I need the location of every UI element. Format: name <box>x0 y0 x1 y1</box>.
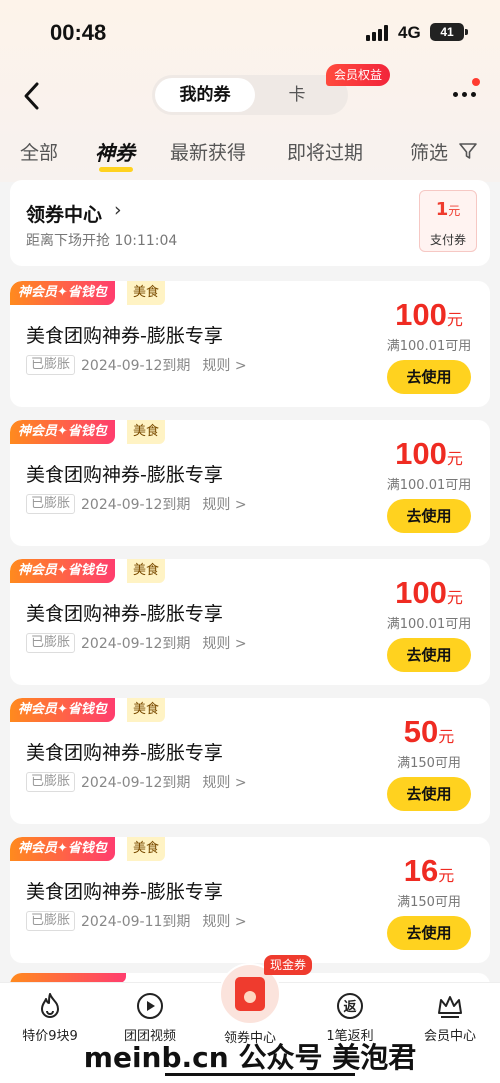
rule-link[interactable]: 规则 > <box>202 911 246 931</box>
coupon-threshold: 满100.01可用 <box>386 339 472 354</box>
coupon-title: 美食团购神券-膨胀专享 <box>26 464 223 486</box>
coupon-title: 美食团购神券-膨胀专享 <box>26 881 223 903</box>
vip-wallet-tag: 神会员✦省钱包 <box>10 698 115 722</box>
segment-my-coupons[interactable]: 我的券 <box>155 78 255 112</box>
coupon-meta: 已膨胀 2024-09-11到期 规则 > <box>26 911 247 931</box>
active-tab-indicator <box>99 167 133 172</box>
status-time: 00:48 <box>50 20 107 45</box>
coupon-threshold: 满100.01可用 <box>386 478 472 493</box>
filter-icon[interactable] <box>458 141 478 161</box>
coupon-card: 神会员✦省钱包 美食 美食团购神券-膨胀专享 已膨胀 2024-09-11到期 … <box>10 837 490 963</box>
battery-level: 41 <box>440 25 454 39</box>
use-coupon-button[interactable]: 去使用 <box>387 360 471 394</box>
segment-cards[interactable]: 卡 <box>272 75 322 115</box>
rebate-icon: 返 <box>337 993 363 1019</box>
category-tag: 美食 <box>127 281 166 305</box>
flame-icon <box>41 993 59 1018</box>
coupon-title: 美食团购神券-膨胀专享 <box>26 603 223 625</box>
payment-coupon-label: 支付券 <box>429 233 466 247</box>
vip-wallet-tag: 神会员✦省钱包 <box>10 281 115 305</box>
rule-link[interactable]: 规则 > <box>202 355 246 375</box>
coupon-meta: 已膨胀 2024-09-12到期 规则 > <box>26 355 247 375</box>
coupon-card: 神会员✦省钱包 美食 美食团购神券-膨胀专享 已膨胀 2024-09-12到期 … <box>10 281 490 407</box>
coupon-meta: 已膨胀 2024-09-12到期 规则 > <box>26 633 247 653</box>
rule-link[interactable]: 规则 > <box>202 772 246 792</box>
play-icon <box>137 993 163 1019</box>
coupon-amount: 100元 <box>395 297 463 332</box>
use-coupon-button[interactable]: 去使用 <box>387 638 471 672</box>
coupon-expiry: 2024-09-12到期 <box>81 358 191 374</box>
coupon-threshold: 满150可用 <box>397 756 461 771</box>
category-tag: 美食 <box>127 559 166 583</box>
member-benefits-badge[interactable]: 会员权益 <box>326 64 391 86</box>
coupon-threshold: 满100.01可用 <box>386 617 472 632</box>
coupon-meta: 已膨胀 2024-09-12到期 规则 > <box>26 494 247 514</box>
coupon-expiry: 2024-09-12到期 <box>81 775 191 791</box>
rule-link[interactable]: 规则 > <box>202 633 246 653</box>
coupon-card: 神会员✦省钱包 美食 美食团购神券-膨胀专享 已膨胀 2024-09-12到期 … <box>10 559 490 685</box>
use-coupon-button[interactable]: 去使用 <box>387 777 471 811</box>
cash-coupon-badge: 现金券 <box>264 955 313 975</box>
use-coupon-button[interactable]: 去使用 <box>387 916 471 950</box>
coupon-expiry: 2024-09-12到期 <box>81 497 191 513</box>
tab-filter[interactable]: 筛选 <box>410 138 448 165</box>
coupon-status: 已膨胀 <box>26 911 76 931</box>
notification-dot <box>472 78 480 86</box>
crown-icon <box>438 996 462 1018</box>
coupon-card-switch: 我的券 卡 <box>152 75 348 115</box>
coupon-center-card[interactable]: 领券中心 › 距离下场开抢 10:11:04 1元 支付券 <box>10 180 490 266</box>
back-button[interactable] <box>18 78 48 114</box>
coupon-center-countdown: 距离下场开抢 10:11:04 <box>26 233 178 249</box>
coupon-amount: 16元 <box>403 853 455 888</box>
tab-expiring[interactable]: 即将过期 <box>287 138 363 165</box>
tab-all[interactable]: 全部 <box>20 138 58 165</box>
coupon-card: 神会员✦省钱包 美食 美食团购神券-膨胀专享 已膨胀 2024-09-12到期 … <box>10 698 490 824</box>
watermark-text: meinb.cn 公众号 美泡君 <box>0 1033 500 1083</box>
battery-icon: 41 <box>430 23 468 41</box>
coupon-amount: 100元 <box>395 575 463 610</box>
svg-text:返: 返 <box>343 1000 356 1015</box>
status-bar: 00:48 4G 41 <box>0 0 500 64</box>
coupon-expiry: 2024-09-12到期 <box>81 636 191 652</box>
use-coupon-button[interactable]: 去使用 <box>387 499 471 533</box>
chevron-right-icon: › <box>114 199 122 221</box>
coupon-card: 神会员✦省钱包 美食 美食团购神券-膨胀专享 已膨胀 2024-09-12到期 … <box>10 420 490 546</box>
coupon-meta: 已膨胀 2024-09-12到期 规则 > <box>26 772 247 792</box>
vip-wallet-tag: 神会员✦省钱包 <box>10 837 115 861</box>
rule-link[interactable]: 规则 > <box>202 494 246 514</box>
coupon-threshold: 满150可用 <box>397 895 461 910</box>
payment-coupon[interactable]: 1元 支付券 <box>419 190 477 252</box>
tab-god-coupons[interactable]: 神券 <box>95 137 135 166</box>
category-tag: 美食 <box>127 837 166 861</box>
signal-icon <box>366 25 392 41</box>
network-label: 4G <box>398 23 421 42</box>
coupon-title: 美食团购神券-膨胀专享 <box>26 742 223 764</box>
coupon-amount: 50元 <box>403 714 455 749</box>
chevron-left-icon <box>24 82 39 110</box>
coupon-status: 已膨胀 <box>26 355 76 375</box>
payment-coupon-amount: 1元 <box>435 199 461 220</box>
coupon-status: 已膨胀 <box>26 772 76 792</box>
coupon-amount: 100元 <box>395 436 463 471</box>
coupon-status: 已膨胀 <box>26 633 76 653</box>
vip-wallet-tag: 神会员✦省钱包 <box>10 559 115 583</box>
category-tag: 美食 <box>127 420 166 444</box>
coupon-status: 已膨胀 <box>26 494 76 514</box>
red-envelope-icon <box>235 977 265 1011</box>
coupon-title: 美食团购神券-膨胀专享 <box>26 325 223 347</box>
category-tag: 美食 <box>127 698 166 722</box>
vip-wallet-tag: 神会员✦省钱包 <box>10 420 115 444</box>
coupon-center-title: 领券中心 <box>26 204 103 226</box>
coupon-expiry: 2024-09-11到期 <box>81 914 191 930</box>
tab-newest[interactable]: 最新获得 <box>170 138 246 165</box>
